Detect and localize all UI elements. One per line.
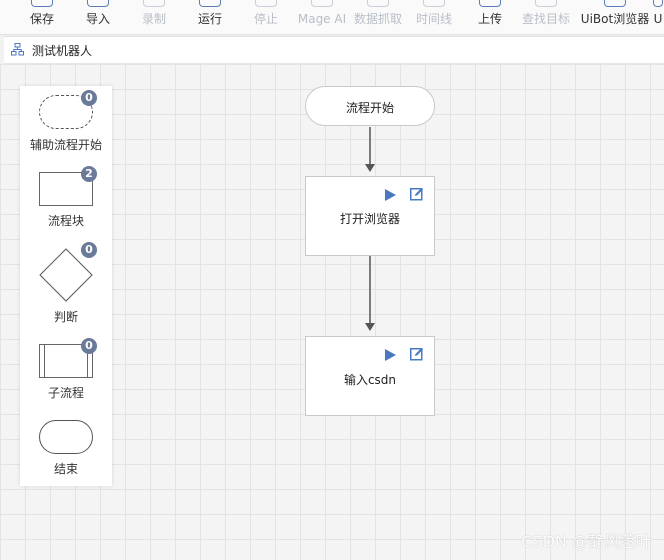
flow-block-open-browser[interactable]: 打开浏览器 (305, 176, 435, 256)
import-icon (87, 0, 109, 7)
palette-item-label: 结束 (53, 462, 78, 476)
mage-ai-icon (311, 0, 333, 7)
stop-icon (255, 0, 277, 7)
node-label: 输入csdn (343, 373, 397, 387)
record-button[interactable]: 录制 (124, 0, 184, 34)
palette-item-end[interactable]: 结束 (20, 414, 112, 484)
save-button[interactable]: 保存 (12, 0, 72, 34)
palette-item-block[interactable]: 2 流程块 (20, 162, 112, 232)
edit-icon[interactable] (410, 347, 424, 361)
toolbar: 保存 导入 录制 运行 停止 Mage AI 数据抓取 时间线 上传 查找目标 … (0, 0, 664, 35)
run-button[interactable]: 运行 (180, 0, 240, 34)
flow-start-node[interactable]: 流程开始 (305, 86, 435, 126)
find-target-icon (535, 0, 557, 7)
play-icon[interactable] (383, 188, 397, 202)
component-palette: 0 辅助流程开始 2 流程块 0 判断 0 子流程 结束 (20, 86, 112, 486)
count-badge: 0 (81, 242, 97, 258)
stop-button[interactable]: 停止 (236, 0, 296, 34)
watermark: CSDN @静风落叶 (521, 532, 652, 551)
uibot-browser-icon (604, 0, 626, 7)
node-label: 流程开始 (345, 101, 394, 115)
palette-item-label: 子流程 (47, 386, 84, 400)
import-label: 导入 (85, 12, 110, 26)
stop-label: 停止 (253, 12, 278, 26)
import-button[interactable]: 导入 (68, 0, 128, 34)
run-label: 运行 (197, 12, 222, 26)
mage-ai-label: Mage AI (297, 12, 347, 26)
save-label: 保存 (29, 12, 54, 26)
tab-title[interactable]: 测试机器人 (32, 42, 92, 59)
record-icon (143, 0, 165, 7)
count-badge: 2 (81, 166, 97, 182)
data-capture-button[interactable]: 数据抓取 (348, 0, 408, 34)
upload-icon (479, 0, 501, 7)
count-badge: 0 (81, 338, 97, 354)
timeline-icon (423, 0, 445, 7)
edit-icon[interactable] (410, 187, 424, 201)
flow-block-input-csdn[interactable]: 输入csdn (305, 336, 435, 416)
palette-item-decision[interactable]: 0 判断 (20, 238, 112, 324)
palette-item-label: 流程块 (47, 214, 84, 228)
arrowhead-icon (365, 323, 375, 331)
arrowhead-icon (365, 164, 375, 172)
flowchart-icon (11, 43, 24, 56)
data-capture-icon (367, 0, 389, 7)
uibot-browser-label: UiBot浏览器 (580, 12, 650, 26)
pill-shape-icon (39, 420, 93, 454)
palette-item-subprocess[interactable]: 0 子流程 (20, 334, 112, 404)
palette-item-label: 判断 (53, 310, 78, 324)
palette-item-label: 辅助流程开始 (29, 138, 102, 152)
more-label: U (653, 12, 663, 26)
mage-ai-button[interactable]: Mage AI (292, 0, 352, 34)
node-label: 打开浏览器 (339, 212, 400, 226)
upload-label: 上传 (477, 12, 502, 26)
uibot-browser-button[interactable]: UiBot浏览器 (580, 0, 650, 34)
timeline-label: 时间线 (415, 12, 452, 26)
play-icon[interactable] (383, 348, 397, 362)
more-button[interactable]: U (652, 0, 664, 34)
record-label: 录制 (141, 12, 166, 26)
upload-button[interactable]: 上传 (460, 0, 520, 34)
more-icon (653, 0, 663, 7)
find-target-label: 查找目标 (521, 12, 570, 26)
tab-bar: 测试机器人 (4, 36, 664, 64)
count-badge: 0 (81, 90, 97, 106)
save-icon (31, 0, 53, 7)
palette-item-aux-start[interactable]: 0 辅助流程开始 (20, 86, 112, 156)
data-capture-label: 数据抓取 (353, 12, 402, 26)
run-icon (199, 0, 221, 7)
find-target-button[interactable]: 查找目标 (516, 0, 576, 34)
timeline-button[interactable]: 时间线 (404, 0, 464, 34)
